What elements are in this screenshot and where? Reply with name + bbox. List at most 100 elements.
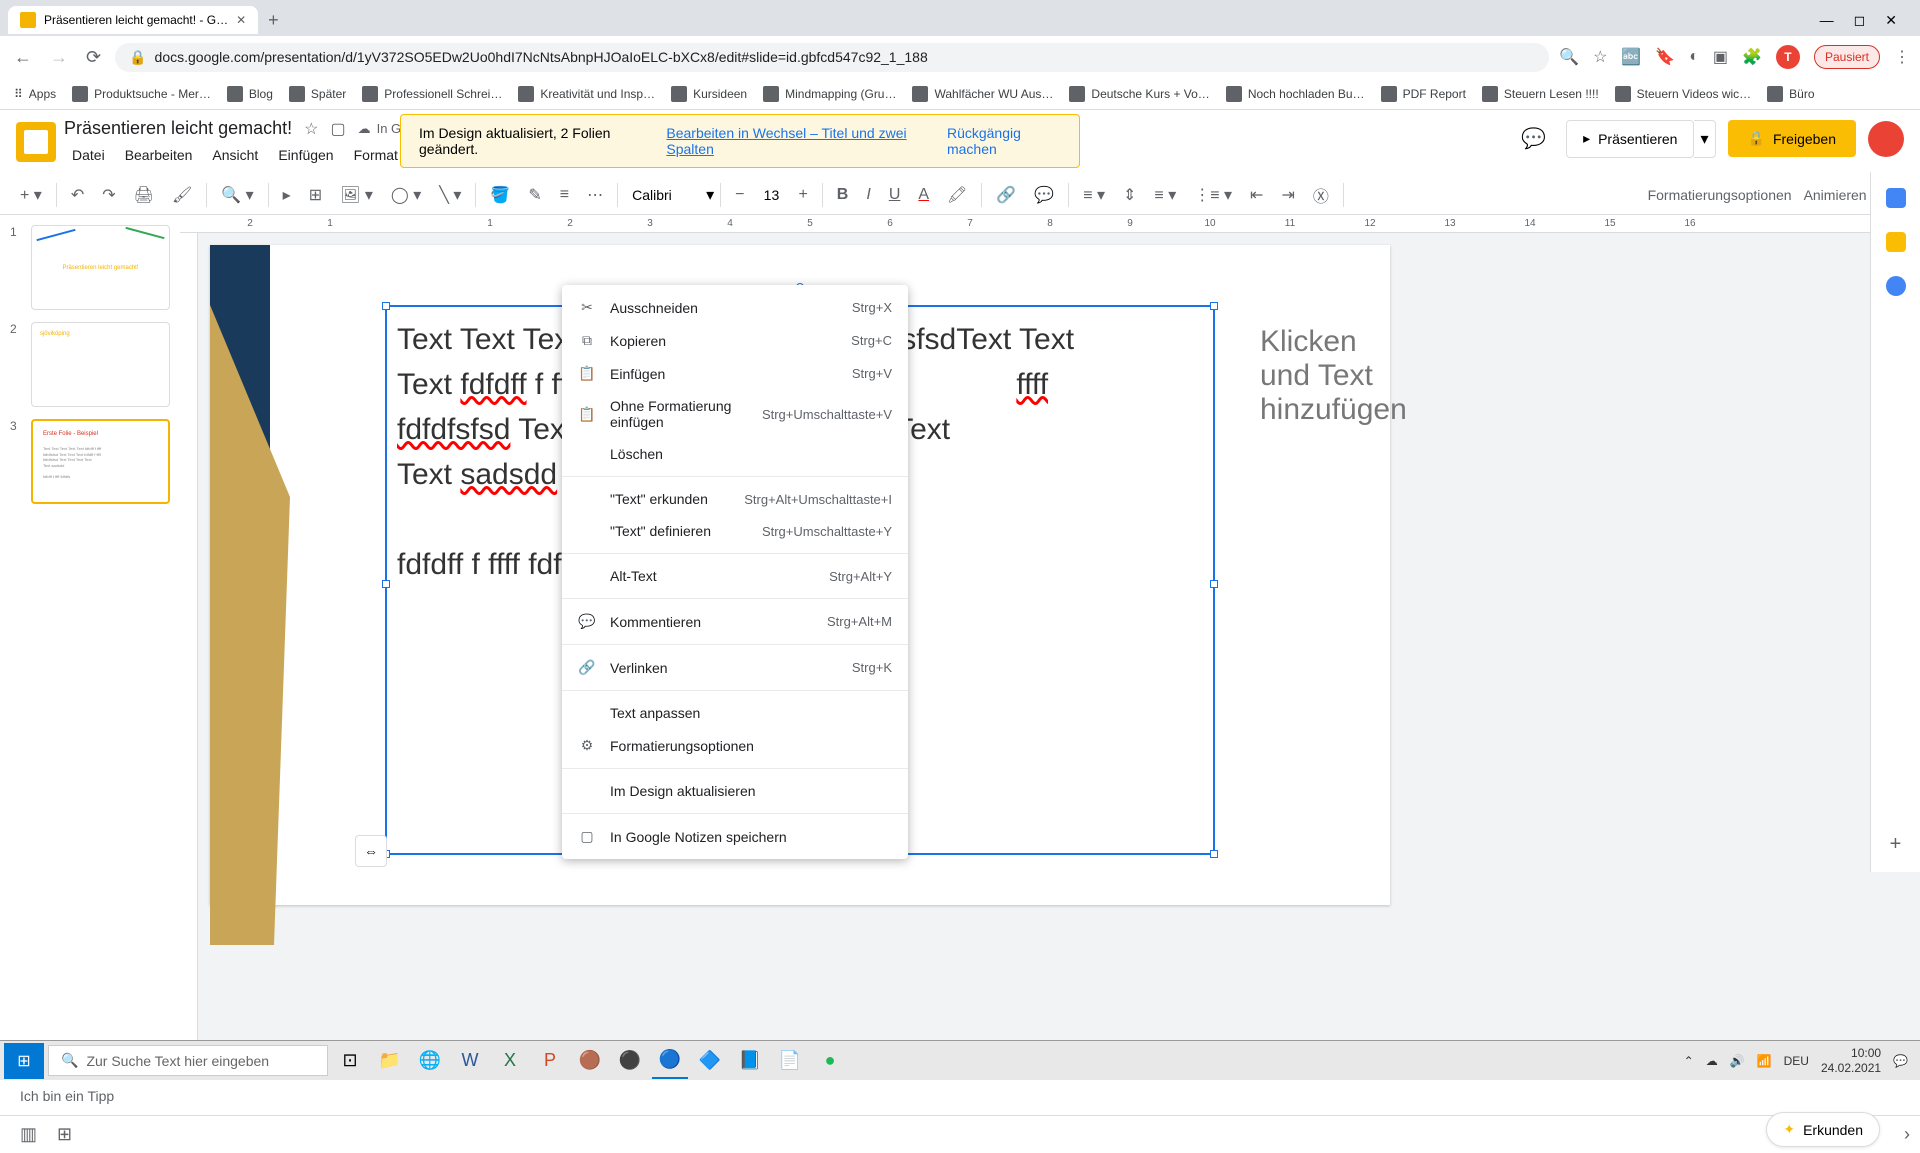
context-menu-item[interactable]: Alt-TextStrg+Alt+Y (562, 560, 908, 592)
filmstrip-view-icon[interactable]: ▥ (20, 1124, 37, 1145)
edge-icon[interactable]: 🌐 (412, 1043, 448, 1079)
app3-icon[interactable]: 📄 (772, 1043, 808, 1079)
address-bar[interactable]: 🔒 docs.google.com/presentation/d/1yV372S… (115, 43, 1549, 72)
explore-button[interactable]: ✦Erkunden (1766, 1112, 1880, 1147)
bookmark-item[interactable]: Kursideen (671, 86, 747, 102)
bold-icon[interactable]: B (829, 180, 857, 210)
wifi-icon[interactable]: 📶 (1757, 1054, 1772, 1068)
extensions-menu-icon[interactable]: 🧩 (1742, 47, 1762, 67)
show-sidebar-icon[interactable]: › (1904, 1124, 1910, 1145)
excel-icon[interactable]: X (492, 1043, 528, 1079)
slide-thumbnail-2[interactable]: sjöviköping (31, 322, 170, 407)
decrease-indent-icon[interactable]: ⇤ (1242, 179, 1271, 211)
translate-icon[interactable]: 🔤 (1621, 47, 1641, 67)
new-tab-button[interactable]: + (258, 4, 289, 37)
keep-icon[interactable] (1886, 232, 1906, 252)
shape-icon[interactable]: ◯ ▾ (383, 179, 429, 211)
onedrive-icon[interactable]: ☁ (1706, 1054, 1718, 1068)
browser-tab[interactable]: Präsentieren leicht gemacht! - G… ✕ (8, 6, 258, 34)
bookmark-item[interactable]: Steuern Videos wic… (1615, 86, 1752, 102)
app-icon[interactable]: 🟤 (572, 1043, 608, 1079)
context-menu-item[interactable]: Im Design aktualisieren (562, 775, 908, 807)
underline-icon[interactable]: U (881, 180, 909, 210)
bookmark-item[interactable]: Büro (1767, 86, 1814, 102)
bookmark-item[interactable]: Wahlfächer WU Aus… (912, 86, 1053, 102)
extension2-icon[interactable]: ▣ (1713, 47, 1728, 67)
chevron-down-icon[interactable]: ▾ (706, 185, 714, 205)
add-addon-icon[interactable]: + (1890, 833, 1902, 856)
share-button[interactable]: 🔒Freigeben (1728, 120, 1856, 157)
present-button[interactable]: ▸Präsentieren (1566, 120, 1694, 158)
fit-text-icon[interactable]: ⇔ (355, 835, 387, 867)
clock[interactable]: 10:0024.02.2021 (1821, 1046, 1881, 1075)
volume-icon[interactable]: 🔊 (1730, 1054, 1745, 1068)
present-dropdown[interactable]: ▾ (1694, 120, 1715, 158)
speaker-notes[interactable]: Ich bin ein Tipp (0, 1075, 1920, 1115)
resize-handle[interactable] (1210, 850, 1218, 858)
slide-thumbnail-3[interactable]: Erste Folie - Beispiel Text Text Text Te… (31, 419, 170, 504)
undo-icon[interactable]: ↶ (63, 179, 92, 211)
line-icon[interactable]: ╲ ▾ (431, 179, 469, 211)
calendar-icon[interactable] (1886, 188, 1906, 208)
minimize-icon[interactable]: — (1820, 12, 1834, 29)
context-menu-item[interactable]: 🔗VerlinkenStrg+K (562, 651, 908, 684)
menu-edit[interactable]: Bearbeiten (117, 143, 201, 167)
reload-icon[interactable]: ⟳ (82, 43, 105, 72)
app2-icon[interactable]: 📘 (732, 1043, 768, 1079)
language-indicator[interactable]: DEU (1784, 1054, 1809, 1068)
format-options-button[interactable]: Formatierungsoptionen (1648, 187, 1792, 203)
windows-search[interactable]: 🔍Zur Suche Text hier eingeben (48, 1045, 328, 1076)
context-menu-item[interactable]: "Text" erkundenStrg+Alt+Umschalttaste+I (562, 483, 908, 515)
user-avatar[interactable] (1868, 121, 1904, 157)
tasks-icon[interactable] (1886, 276, 1906, 296)
line-spacing-icon[interactable]: ⇕ (1115, 179, 1144, 211)
menu-format[interactable]: Format (346, 143, 406, 167)
comments-icon[interactable]: 💬 (1513, 118, 1554, 159)
menu-file[interactable]: Datei (64, 143, 113, 167)
obs-icon[interactable]: ⚫ (612, 1043, 648, 1079)
border-color-icon[interactable]: ✎ (520, 179, 549, 211)
font-size-input[interactable]: 13 (756, 187, 786, 203)
zoom-icon[interactable]: 🔍 (1559, 47, 1579, 67)
bookmark-item[interactable]: Später (289, 86, 346, 102)
spotify-icon[interactable]: ● (812, 1043, 848, 1079)
bookmark-apps[interactable]: ⠿Apps (14, 87, 56, 101)
context-menu-item[interactable]: Text anpassen (562, 697, 908, 729)
menu-insert[interactable]: Einfügen (270, 143, 341, 167)
numbered-list-icon[interactable]: ≡ ▾ (1146, 179, 1184, 211)
redo-icon[interactable]: ↷ (94, 179, 123, 211)
close-tab-icon[interactable]: ✕ (236, 13, 246, 27)
bookmark-item[interactable]: Steuern Lesen !!!! (1482, 86, 1599, 102)
resize-handle[interactable] (382, 302, 390, 310)
move-icon[interactable]: ▢ (330, 119, 345, 139)
star-bookmark-icon[interactable]: ☆ (1593, 47, 1607, 67)
bookmark-item[interactable]: Produktsuche - Mer… (72, 86, 211, 102)
slides-logo-icon[interactable] (16, 122, 56, 162)
select-tool-icon[interactable]: ▸ (275, 179, 299, 211)
task-view-icon[interactable]: ⊡ (332, 1043, 368, 1079)
banner-undo[interactable]: Rückgängig machen (947, 125, 1061, 157)
context-menu-item[interactable]: Löschen (562, 438, 908, 470)
context-menu-item[interactable]: 📋Ohne Formatierung einfügenStrg+Umschalt… (562, 390, 908, 438)
placeholder-textbox[interactable]: Klicken und Text hinzufügen (1260, 325, 1407, 427)
bookmark-item[interactable]: PDF Report (1381, 86, 1466, 102)
increase-indent-icon[interactable]: ⇥ (1273, 179, 1302, 211)
menu-view[interactable]: Ansicht (204, 143, 266, 167)
comment-icon[interactable]: 💬 (1026, 179, 1062, 211)
border-dash-icon[interactable]: ⋯ (579, 179, 611, 211)
browser-menu-icon[interactable]: ⋮ (1894, 47, 1910, 67)
star-icon[interactable]: ☆ (304, 119, 318, 139)
bookmark-item[interactable]: Mindmapping (Gru… (763, 86, 896, 102)
text-color-icon[interactable]: A (910, 180, 937, 210)
browser-profile-avatar[interactable]: T (1776, 45, 1800, 69)
align-icon[interactable]: ≡ ▾ (1075, 179, 1113, 211)
canvas-area[interactable]: 2112345678910111213141516 Te (180, 215, 1920, 1075)
grid-view-icon[interactable]: ⊞ (57, 1124, 72, 1145)
resize-handle[interactable] (1210, 580, 1218, 588)
context-menu-item[interactable]: ✂AusschneidenStrg+X (562, 291, 908, 324)
bookmark-item[interactable]: Professionell Schrei… (362, 86, 502, 102)
font-family-select[interactable]: Calibri (624, 183, 704, 207)
bookmark-item[interactable]: Deutsche Kurs + Vo… (1069, 86, 1209, 102)
animate-button[interactable]: Animieren (1804, 187, 1867, 203)
bookmark-item[interactable]: Noch hochladen Bu… (1226, 86, 1365, 102)
